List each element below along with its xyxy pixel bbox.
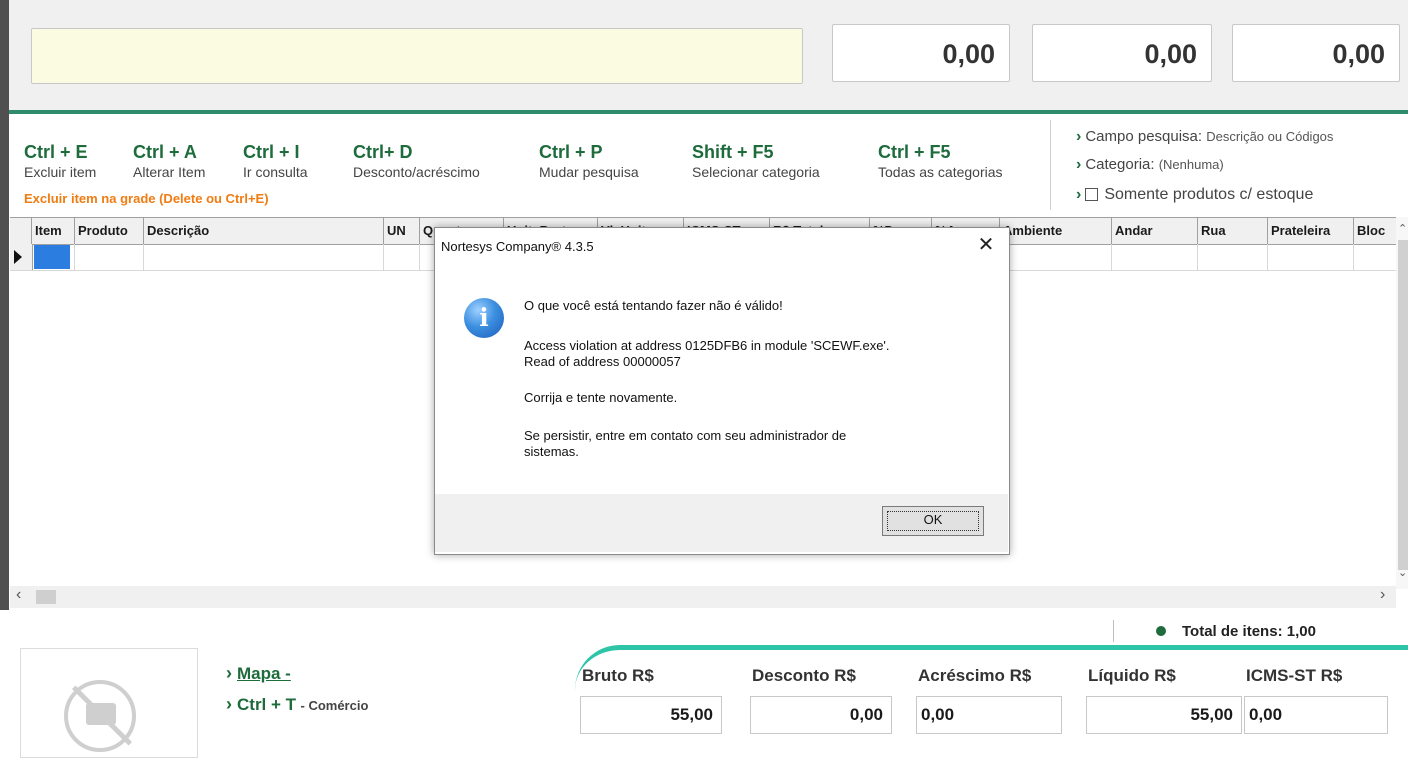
- information-icon: i: [464, 298, 504, 338]
- column-item[interactable]: Item: [32, 218, 75, 244]
- column-rua[interactable]: Rua: [1198, 218, 1268, 244]
- divider: [1050, 120, 1051, 210]
- shortcut-todas-categorias[interactable]: Ctrl + F5 Todas as categorias: [878, 142, 1003, 180]
- shortcut-key: Ctrl+ D: [353, 142, 413, 162]
- column-un[interactable]: UN: [384, 218, 420, 244]
- column-bloco[interactable]: Bloc: [1354, 218, 1396, 244]
- shortcut-desconto[interactable]: Ctrl+ D Desconto/acréscimo: [353, 142, 480, 180]
- divider: [1113, 620, 1114, 642]
- scroll-right-icon[interactable]: ›: [1380, 586, 1385, 604]
- column-ambiente[interactable]: Ambiente: [1000, 218, 1112, 244]
- desconto-label: Desconto R$: [752, 666, 856, 685]
- dialog-title: Nortesys Company® 4.3.5: [441, 239, 594, 254]
- shortcut-key: Ctrl + F5: [878, 142, 951, 162]
- column-produto[interactable]: Produto: [75, 218, 144, 244]
- estoque-checkbox[interactable]: [1085, 188, 1099, 202]
- ctrl-t-sub: - Comércio: [300, 698, 369, 713]
- bruto-label: Bruto R$: [582, 666, 654, 685]
- shortcut-key: Ctrl + I: [243, 142, 300, 162]
- categoria-option[interactable]: › Categoria: (Nenhuma): [1076, 156, 1224, 174]
- icms-st-label: ICMS-ST R$: [1246, 666, 1343, 685]
- scroll-up-icon[interactable]: ⌃: [1398, 222, 1407, 235]
- scroll-left-icon[interactable]: ‹: [16, 586, 21, 604]
- mapa-link[interactable]: › Mapa -: [226, 663, 291, 684]
- shortcut-ir-consulta[interactable]: Ctrl + I Ir consulta: [243, 142, 308, 180]
- total-box-2: 0,00: [1032, 24, 1212, 82]
- dialog-message-line: Access violation at address 0125DFB6 in …: [524, 338, 890, 353]
- campo-label: Campo pesquisa:: [1085, 128, 1203, 145]
- cell-ambiente[interactable]: [1000, 244, 1112, 270]
- shortcut-desc: Alterar Item: [133, 164, 206, 180]
- cell-prateleira[interactable]: [1268, 244, 1354, 270]
- categoria-value: (Nenhuma): [1158, 157, 1224, 172]
- dialog-message-line: Read of address 00000057: [524, 354, 681, 369]
- column-descricao[interactable]: Descrição: [144, 218, 384, 244]
- shortcut-desc: Todas as categorias: [878, 164, 1003, 180]
- dialog-message-line: O que você está tentando fazer não é vál…: [524, 298, 783, 313]
- total-box-1: 0,00: [832, 24, 1010, 82]
- ctrl-t-label: Ctrl + T: [237, 695, 297, 714]
- chevron-right-icon: ›: [1076, 128, 1082, 145]
- cell-descricao[interactable]: [144, 244, 384, 270]
- cell-un[interactable]: [384, 244, 420, 270]
- shortcut-alterar-item[interactable]: Ctrl + A Alterar Item: [133, 142, 205, 180]
- chevron-right-icon: ›: [1076, 186, 1082, 203]
- shortcut-key: Ctrl + P: [539, 142, 603, 162]
- estoque-label: Somente produtos c/ estoque: [1104, 186, 1314, 203]
- shortcut-key: Shift + F5: [692, 142, 774, 162]
- shortcut-desc: Desconto/acréscimo: [353, 164, 480, 180]
- chevron-right-icon: ›: [1076, 156, 1082, 173]
- horizontal-scrollbar-thumb[interactable]: [36, 590, 56, 604]
- estoque-option[interactable]: › Somente produtos c/ estoque: [1076, 186, 1313, 204]
- liquido-label: Líquido R$: [1088, 666, 1176, 685]
- shortcut-desc: Excluir item: [24, 164, 97, 180]
- dialog-message-line: Se persistir, entre em contato com seu a…: [524, 428, 847, 443]
- horizontal-scrollbar[interactable]: [10, 586, 1396, 608]
- grade-hint: Excluir item na grade (Delete ou Ctrl+E): [24, 191, 269, 206]
- column-prateleira[interactable]: Prateleira: [1268, 218, 1354, 244]
- column-indicator: [10, 218, 32, 244]
- scroll-down-icon[interactable]: ⌄: [1398, 566, 1407, 579]
- close-icon[interactable]: ✕: [975, 234, 997, 256]
- chevron-right-icon: ›: [226, 663, 237, 683]
- shortcut-key: Ctrl + E: [24, 142, 88, 162]
- total-items-label: Total de itens: 1,00: [1182, 623, 1316, 640]
- campo-pesquisa-option[interactable]: › Campo pesquisa: Descrição ou Códigos: [1076, 128, 1333, 146]
- shortcut-excluir-item[interactable]: Ctrl + E Excluir item: [24, 142, 96, 180]
- cell-andar[interactable]: [1112, 244, 1198, 270]
- cell-rua[interactable]: [1198, 244, 1268, 270]
- shortcut-key: Ctrl + A: [133, 142, 197, 162]
- search-input[interactable]: [31, 28, 803, 84]
- shortcut-mudar-pesquisa[interactable]: Ctrl + P Mudar pesquisa: [539, 142, 639, 180]
- chevron-right-icon: ›: [226, 694, 237, 714]
- selected-cell[interactable]: [34, 245, 70, 269]
- shortcut-desc: Selecionar categoria: [692, 164, 820, 180]
- column-andar[interactable]: Andar: [1112, 218, 1198, 244]
- vertical-scrollbar-thumb[interactable]: [1398, 240, 1408, 570]
- mapa-label: Mapa -: [237, 664, 291, 683]
- window-edge: [0, 0, 9, 610]
- desconto-field[interactable]: 0,00: [750, 696, 892, 734]
- icms-st-field[interactable]: 0,00: [1244, 696, 1388, 734]
- acrescimo-field[interactable]: 0,00: [916, 696, 1062, 734]
- dialog-message-line: Corrija e tente novamente.: [524, 390, 678, 405]
- campo-value: Descrição ou Códigos: [1206, 129, 1334, 144]
- shortcut-desc: Mudar pesquisa: [539, 164, 639, 180]
- shortcut-selecionar-categoria[interactable]: Shift + F5 Selecionar categoria: [692, 142, 820, 180]
- dialog-message-line: sistemas.: [524, 444, 579, 459]
- liquido-field[interactable]: 55,00: [1086, 696, 1242, 734]
- row-pointer-icon: [14, 250, 22, 264]
- status-dot-icon: [1156, 626, 1166, 636]
- divider-line: [9, 110, 1408, 114]
- cell-produto[interactable]: [75, 244, 144, 270]
- total-box-3: 0,00: [1232, 24, 1400, 82]
- ok-focus-rect: [887, 511, 979, 531]
- bruto-field[interactable]: 55,00: [580, 696, 722, 734]
- categoria-label: Categoria:: [1085, 156, 1155, 173]
- ctrl-t-link[interactable]: › Ctrl + T - Comércio: [226, 694, 368, 715]
- acrescimo-label: Acréscimo R$: [918, 666, 1032, 685]
- shortcut-desc: Ir consulta: [243, 164, 308, 180]
